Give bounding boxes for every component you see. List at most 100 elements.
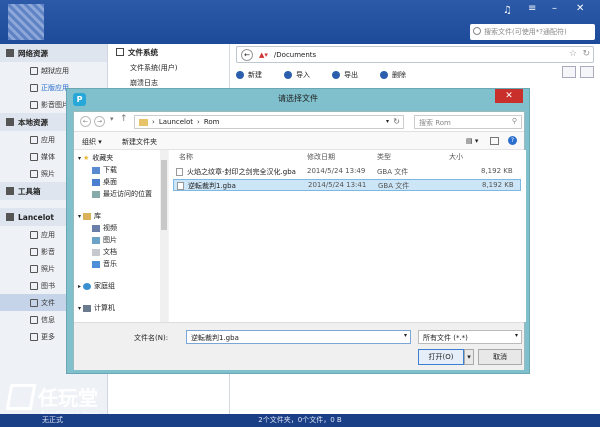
filesystem-icon <box>116 48 124 56</box>
search-icon <box>473 27 481 35</box>
star-icon[interactable]: ☆ <box>569 49 577 59</box>
nav-pane-scrollbar[interactable] <box>160 150 168 322</box>
file-icon <box>176 168 183 176</box>
app-logo <box>8 4 44 40</box>
scrollbar-thumb[interactable] <box>161 160 167 230</box>
forward-icon[interactable]: → <box>94 116 105 127</box>
open-button[interactable]: 打开(O) <box>418 349 464 365</box>
star-icon: ★ <box>83 154 90 162</box>
tree-node-user-fs[interactable]: 文件系统(用户) <box>108 60 229 75</box>
watermark-mark <box>5 384 37 410</box>
nav-downloads[interactable]: 下载 <box>74 164 167 176</box>
up-arrow-icon[interactable]: ↑ <box>120 114 128 124</box>
sidebar-item-jailbreak-apps[interactable]: 越狱应用 <box>0 62 107 79</box>
chevron-down-icon[interactable]: ▾ <box>404 332 407 339</box>
global-search-placeholder: 搜索文件(可使用*?通配符) <box>484 28 567 36</box>
status-bar: 无正式 2个文件夹，0个文件，0 B <box>0 414 600 427</box>
new-folder-button[interactable]: 新建文件夹 <box>122 137 157 147</box>
view-options-icon[interactable]: ▤ ▾ <box>466 137 478 145</box>
dialog-nav-row: ← → ▾ ↑ › Launcelot › Rom ▾ ↻ 搜索 Rom ⚲ <box>74 112 524 132</box>
nav-favorites[interactable]: ▾ ★ 收藏夹 <box>74 152 167 164</box>
import-button[interactable]: 导入 <box>284 68 310 82</box>
app-icon <box>30 135 38 144</box>
globe-icon <box>6 49 14 57</box>
toolbox-icon <box>6 187 14 195</box>
back-icon[interactable]: ← <box>80 116 91 127</box>
path-dropdown-icon[interactable]: ▾ <box>386 118 389 125</box>
file-row-selected[interactable]: 逆転裁判1.gba 2014/5/24 13:41 GBA 文件 8,192 K… <box>173 179 521 191</box>
homegroup-icon <box>83 282 92 290</box>
delete-icon <box>380 71 388 79</box>
dialog-body: ← → ▾ ↑ › Launcelot › Rom ▾ ↻ 搜索 Rom ⚲ 组… <box>73 111 526 370</box>
export-icon <box>332 71 340 79</box>
organize-button[interactable]: 组织 ▾ <box>82 137 102 147</box>
dialog-footer: 文件名(N): 逆転裁判1.gba ▾ 所有文件 (*.*) ▾ 打开(O) ▾… <box>74 322 524 370</box>
music-note-icon[interactable]: ♫ <box>503 5 512 16</box>
app-icon <box>30 230 38 239</box>
chevron-down-icon[interactable]: ▾ <box>515 332 518 339</box>
nav-videos[interactable]: 视频 <box>74 222 167 234</box>
preview-pane-icon[interactable] <box>490 137 499 145</box>
book-icon <box>30 281 38 290</box>
phone-icon <box>6 213 14 221</box>
dialog-close-button[interactable]: ✕ <box>495 89 523 103</box>
plus-icon <box>236 71 244 79</box>
import-icon <box>284 71 292 79</box>
open-dropdown-button[interactable]: ▾ <box>464 349 474 365</box>
menu-icon[interactable]: ≡ <box>528 3 536 14</box>
nav-music[interactable]: 音乐 <box>74 258 167 270</box>
dialog-search-input[interactable]: 搜索 Rom ⚲ <box>414 115 522 129</box>
monitor-icon <box>6 118 14 126</box>
select-file-dialog: P 请选择文件 ✕ ← → ▾ ↑ › Launcelot › Rom ▾ ↻ <box>66 88 530 374</box>
nav-computer[interactable]: ▾ 计算机 <box>74 302 167 314</box>
music-icon <box>30 100 38 109</box>
nav-recent-places[interactable]: 最近访问的位置 <box>74 188 167 200</box>
filename-label: 文件名(N): <box>134 334 169 342</box>
nav-libraries[interactable]: ▾ 库 <box>74 210 167 222</box>
nav-homegroup[interactable]: ▸ 家庭组 <box>74 280 167 292</box>
path-segment-rom[interactable]: Rom <box>204 118 220 126</box>
back-arrow-icon[interactable]: ← <box>241 48 253 61</box>
minimize-icon[interactable]: – <box>552 3 557 14</box>
close-icon[interactable]: ✕ <box>576 3 584 14</box>
filetype-select[interactable]: 所有文件 (*.*) ▾ <box>418 330 522 344</box>
file-row[interactable]: 火焰之纹章-封印之剑完全汉化.gba 2014/5/24 13:49 GBA 文… <box>173 166 521 178</box>
delete-button[interactable]: 删除 <box>380 68 406 82</box>
status-text: 2个文件夹，0个文件，0 B <box>258 416 342 424</box>
more-icon <box>30 332 38 341</box>
column-header-size[interactable]: 大小 <box>449 152 463 162</box>
tree-root[interactable]: 文件系统 <box>108 44 229 60</box>
filename-input[interactable]: 逆転裁判1.gba ▾ <box>186 330 411 344</box>
film-icon <box>30 152 38 161</box>
help-icon[interactable]: ? <box>508 136 517 145</box>
grid-view-icon[interactable] <box>580 66 594 78</box>
recent-dropdown-icon[interactable]: ▾ <box>110 115 114 123</box>
address-path: /Documents <box>273 50 317 59</box>
cancel-button[interactable]: 取消 <box>478 349 522 365</box>
new-button[interactable]: 新建 <box>236 68 262 82</box>
recent-places-icon <box>92 190 100 198</box>
app-icon <box>30 66 38 75</box>
global-search-input[interactable]: 搜索文件(可使用*?通配符) <box>470 24 595 40</box>
photo-icon <box>30 264 38 273</box>
dialog-path-bar[interactable]: › Launcelot › Rom ▾ ↻ <box>134 115 404 129</box>
computer-icon <box>83 304 92 312</box>
device-dropdown-icon[interactable]: ▲▾ <box>259 51 268 59</box>
document-icon <box>92 248 100 256</box>
column-header-date[interactable]: 修改日期 <box>307 152 335 162</box>
download-folder-icon <box>92 166 100 174</box>
nav-documents[interactable]: 文档 <box>74 246 167 258</box>
export-button[interactable]: 导出 <box>332 68 358 82</box>
nav-pictures[interactable]: 图片 <box>74 234 167 246</box>
column-header-name[interactable]: 名称 <box>179 152 193 162</box>
refresh-icon[interactable]: ↻ <box>582 49 590 59</box>
sidebar-section-network[interactable]: 网络资源 <box>0 44 107 62</box>
path-segment-launcelot[interactable]: Launcelot <box>159 118 193 126</box>
list-view-icon[interactable] <box>562 66 576 78</box>
column-header-type[interactable]: 类型 <box>377 152 391 162</box>
address-bar[interactable]: ← ▲▾ /Documents ☆ ↻ <box>236 46 594 63</box>
message-icon <box>30 315 38 324</box>
music-icon <box>92 260 100 268</box>
refresh-icon[interactable]: ↻ <box>393 117 400 126</box>
nav-desktop[interactable]: 桌面 <box>74 176 167 188</box>
